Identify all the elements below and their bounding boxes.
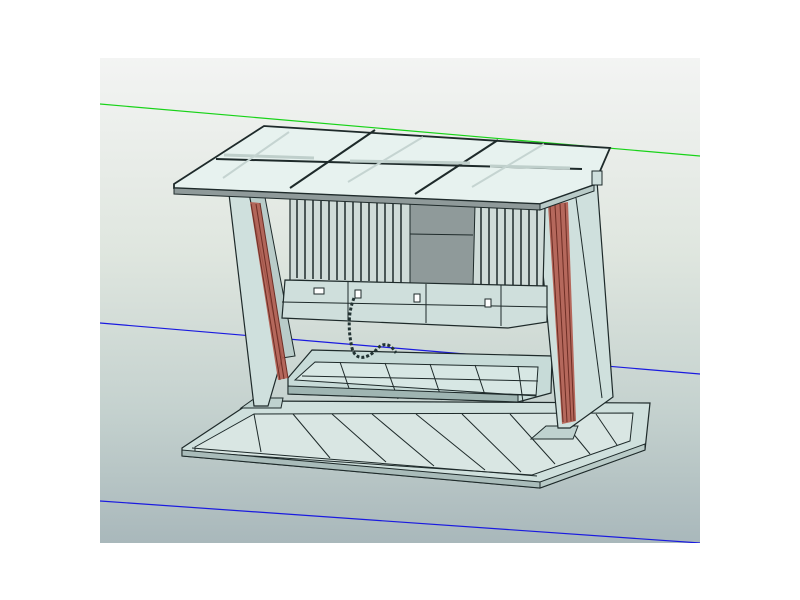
control-console[interactable] [281, 279, 548, 329]
console-switch-3[interactable] [484, 298, 492, 308]
console-switch-1[interactable] [354, 289, 362, 299]
model-view[interactable] [100, 58, 700, 543]
cad-application [0, 0, 800, 600]
z-axis-line [100, 500, 700, 543]
console-display-icon [313, 287, 325, 295]
console-switch-2[interactable] [413, 293, 421, 303]
radiator-fins[interactable] [289, 197, 546, 289]
3d-viewport[interactable] [100, 58, 700, 543]
tray-frame[interactable] [287, 349, 553, 403]
